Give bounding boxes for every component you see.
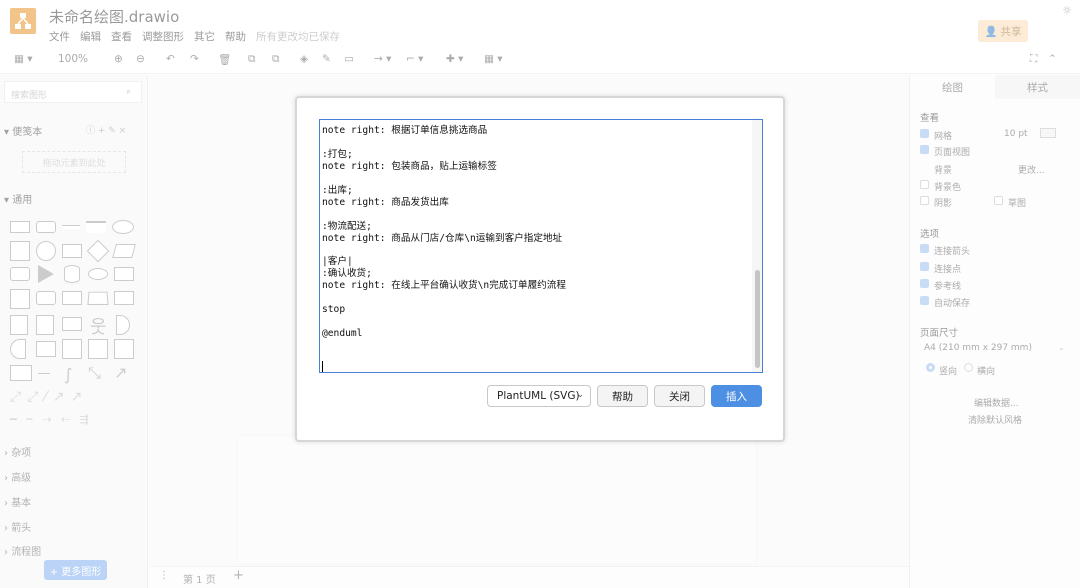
code-line: note right: 在线上平台确认收货\n完成订单履约流程 <box>322 280 566 292</box>
code-line: :物流配送; <box>322 220 372 232</box>
plantuml-dialog: note right: 根据订单信息挑选商品 :打包; note right: 包… <box>295 96 785 442</box>
code-line: :出库; <box>322 184 353 196</box>
text-caret <box>322 361 323 372</box>
code-line: note right: 商品发货出库 <box>322 196 449 208</box>
plantuml-code-editor[interactable]: note right: 根据订单信息挑选商品 :打包; note right: 包… <box>319 119 763 373</box>
format-select-value: PlantUML (SVG) <box>497 390 580 402</box>
format-select[interactable]: PlantUML (SVG) ⌄ <box>487 385 591 407</box>
insert-button[interactable]: 插入 <box>711 385 762 407</box>
code-line: |客户| <box>322 256 353 268</box>
code-line: @enduml <box>322 328 363 340</box>
code-line: note right: 商品从门店/仓库\n运输到客户指定地址 <box>322 232 563 244</box>
code-line: :确认收货; <box>322 268 372 280</box>
close-button[interactable]: 关闭 <box>654 385 705 407</box>
code-line: stop <box>322 304 346 316</box>
code-line: note right: 包装商品，贴上运输标签 <box>322 160 497 172</box>
help-button[interactable]: 帮助 <box>597 385 648 407</box>
code-text: note right: 根据订单信息挑选商品 :打包; note right: 包… <box>322 125 742 340</box>
code-line: :打包; <box>322 148 353 160</box>
chevron-down-icon: ⌄ <box>576 390 584 400</box>
scrollbar-thumb[interactable] <box>755 270 760 368</box>
code-line: note right: 根据订单信息挑选商品 <box>322 125 488 136</box>
editor-scrollbar[interactable] <box>752 120 762 372</box>
